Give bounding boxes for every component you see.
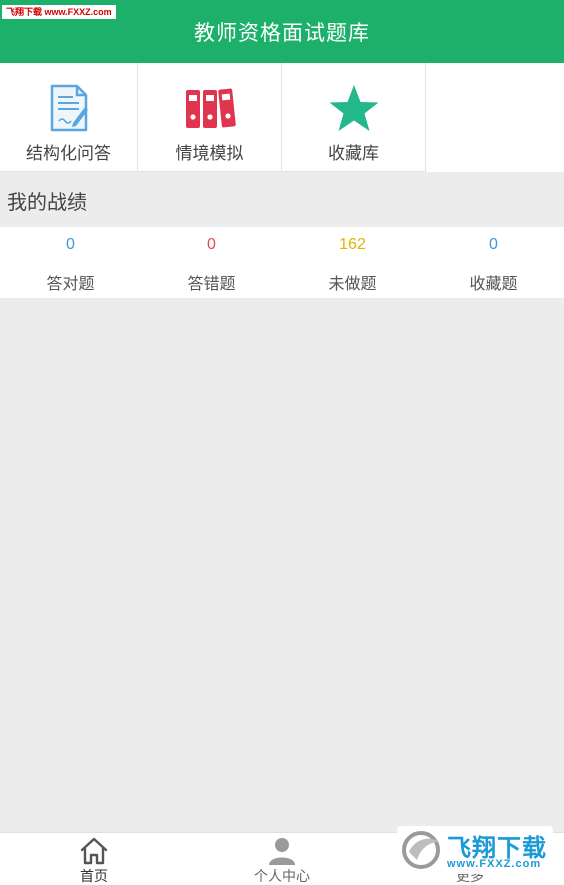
menu-item-label: 情境模拟 xyxy=(175,144,244,164)
tab-label: 个人中心 xyxy=(254,869,310,885)
menu-item-favorites[interactable]: 收藏库 xyxy=(282,63,426,172)
section-title: 我的战绩 xyxy=(7,190,87,214)
stat-value: 162 xyxy=(339,236,366,253)
stat-value: 0 xyxy=(66,236,75,253)
stat-correct[interactable]: 0 答对题 xyxy=(0,227,141,298)
stat-label: 答错题 xyxy=(187,274,236,293)
menu-item-structured-qa[interactable]: 结构化问答 xyxy=(0,63,138,172)
stats-panel: 0 答对题 0 答错题 162 未做题 0 收藏题 xyxy=(0,227,564,298)
star-icon xyxy=(328,83,380,137)
watermark-top-left: 飞翔下载 www.FXXZ.com xyxy=(2,5,116,19)
tab-home[interactable]: 首页 xyxy=(0,833,188,885)
watermark-bottom-right: 飞翔下载 www.FXXZ.com xyxy=(397,826,553,874)
binders-icon xyxy=(184,83,236,135)
stat-label: 答对题 xyxy=(46,274,95,293)
watermark-url: www.FXXZ.com xyxy=(447,858,542,870)
stat-value: 0 xyxy=(489,236,498,253)
document-edit-icon xyxy=(49,83,89,137)
page-title: 教师资格面试题库 xyxy=(194,20,370,45)
menu-item-empty xyxy=(426,63,564,172)
stat-label: 收藏题 xyxy=(469,274,518,293)
stat-undone[interactable]: 162 未做题 xyxy=(282,227,423,298)
watermark-logo-icon xyxy=(401,830,443,870)
stat-wrong[interactable]: 0 答错题 xyxy=(141,227,282,298)
tab-profile[interactable]: 个人中心 xyxy=(188,833,376,885)
menu-item-scenario-sim[interactable]: 情境模拟 xyxy=(138,63,282,172)
feature-menu: 结构化问答 情境模拟 收藏库 xyxy=(0,63,564,172)
menu-item-label: 结构化问答 xyxy=(26,144,111,164)
menu-item-label: 收藏库 xyxy=(328,144,379,164)
stat-favorited[interactable]: 0 收藏题 xyxy=(423,227,564,298)
user-icon xyxy=(267,836,297,870)
stat-value: 0 xyxy=(207,236,216,253)
tab-label: 首页 xyxy=(80,869,108,885)
stat-label: 未做题 xyxy=(328,274,377,293)
home-icon xyxy=(79,836,109,870)
